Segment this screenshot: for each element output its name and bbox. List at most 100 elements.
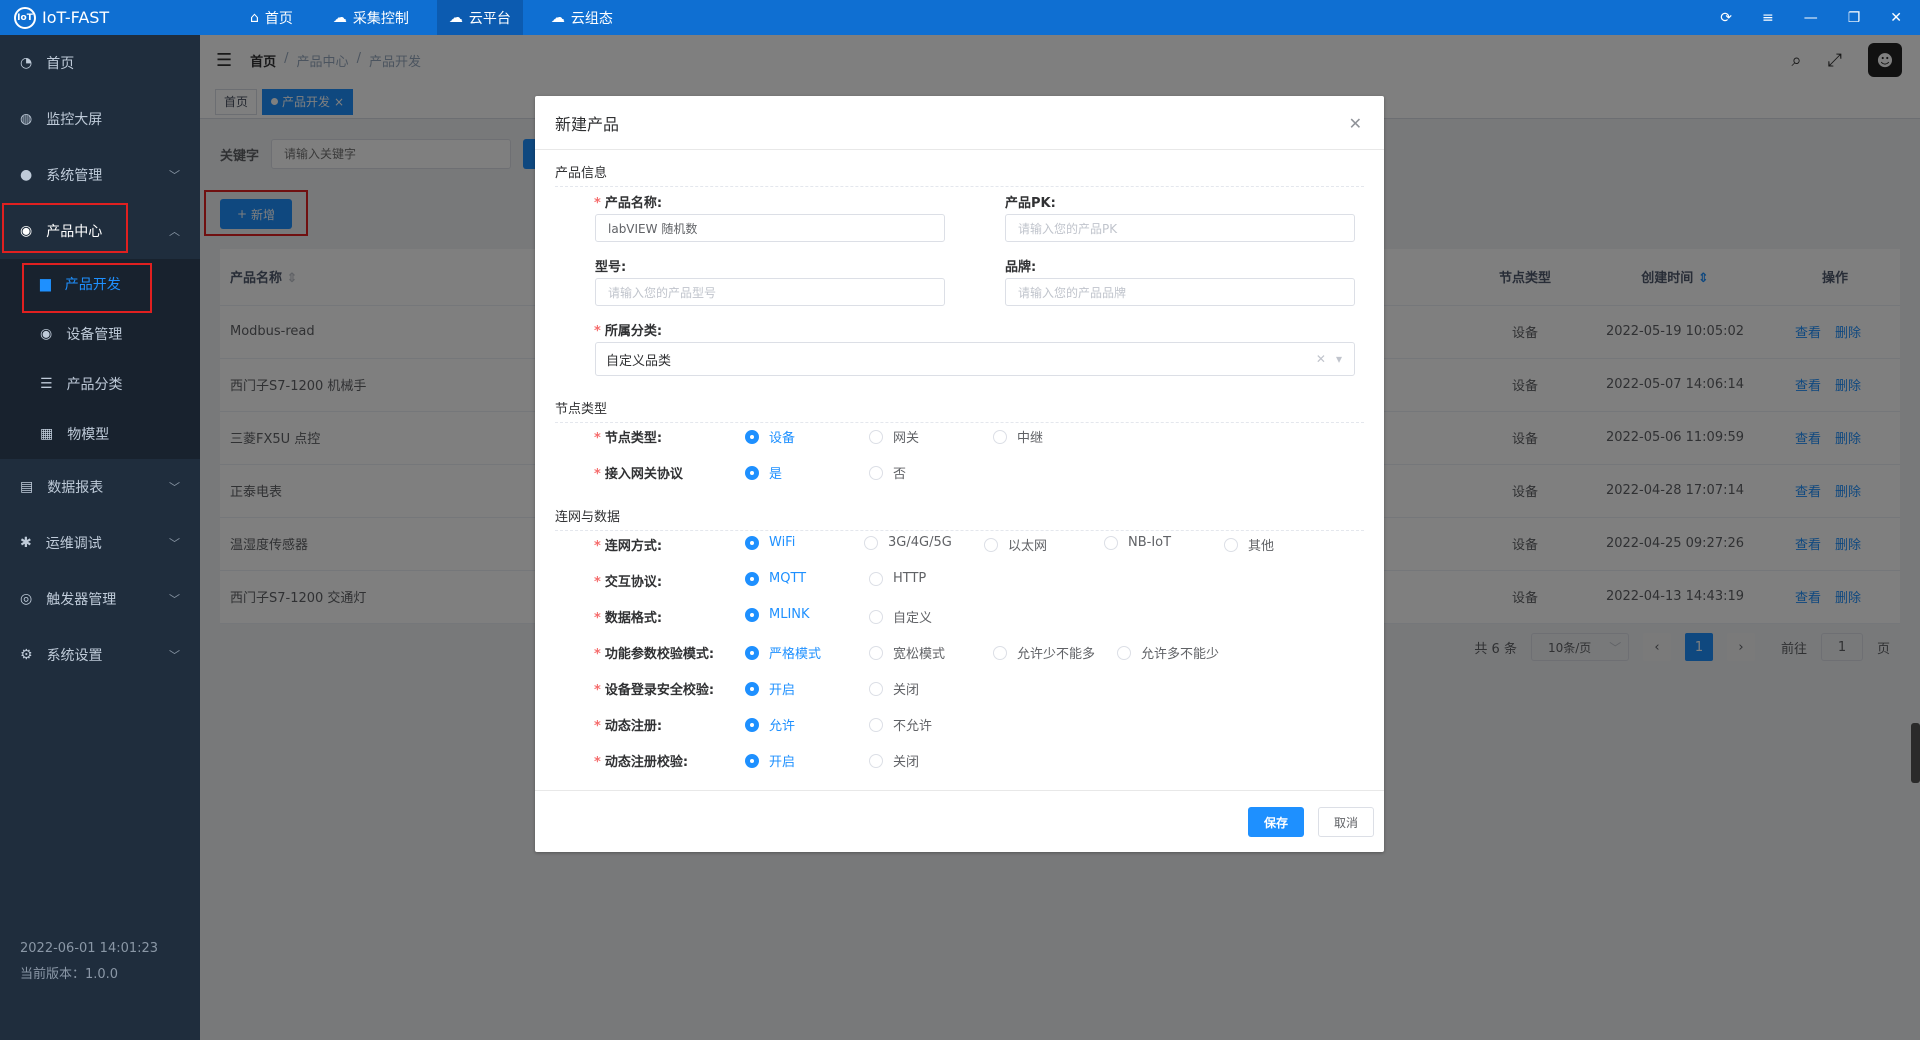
topnav-cloud[interactable]: ☁ 云平台 [436,0,523,35]
radio-circle [869,571,883,586]
sidebar-subitem-category[interactable]: ☰ 产品分类 [0,359,200,409]
sidebar-item-trigger[interactable]: ◎ 触发器管理 ﹀ [0,571,200,627]
name-label: * 产品名称: [594,192,662,211]
menu-icon[interactable]: ≡ [1762,10,1774,26]
save-button[interactable]: 保存 [1248,807,1304,837]
window-controls: ⟳ ≡ — ❐ ✕ [1720,0,1902,35]
sidebar-subitem-device[interactable]: ◉ 设备管理 [0,309,200,359]
sidebar-item-monitor[interactable]: ◍ 监控大屏 [0,91,200,147]
sidebar-item-system[interactable]: ● 系统管理 ﹀ [0,147,200,203]
product-icon: ◉ [20,223,33,239]
required-mark: * [594,196,601,211]
radio-net-nbiot[interactable]: NB-IoT [1104,535,1171,550]
field-label-text: 功能参数校验模式: [604,647,715,662]
radio-label: 是 [769,467,783,482]
category-select[interactable]: 自定义品类 ✕ ▾ [595,342,1355,376]
radio-node-gateway[interactable]: 网关 [869,427,919,446]
radio-node-relay[interactable]: 中继 [993,427,1043,446]
app-title: IoT-FAST [42,8,110,27]
pk-label: 产品PK: [1005,196,1056,211]
radio-dyncheck-on[interactable]: 开启 [745,751,795,770]
maximize-icon[interactable]: ❐ [1848,10,1861,26]
field-label-text: 设备登录安全校验: [604,683,715,698]
radio-label: 网关 [893,431,920,446]
section-product-info: 产品信息 [555,150,1364,187]
minimize-icon[interactable]: — [1804,10,1818,26]
field-label-text: 动态注册校验: [604,755,689,770]
dialog-header: 新建产品 ✕ [535,96,1384,150]
sidebar-item-label: 系统管理 [46,168,103,184]
radio-net-wifi[interactable]: WiFi [745,535,795,550]
product-pk-input[interactable]: 请输入您的产品PK [1005,214,1355,242]
radio-net-other[interactable]: 其他 [1224,535,1274,554]
radio-net-cellular[interactable]: 3G/4G/5G [864,535,952,550]
radio-proto-http[interactable]: HTTP [869,571,926,586]
radio-circle [869,753,883,768]
radio-label: MQTT [769,571,807,586]
dyn-label: * 动态注册: [594,715,662,734]
refresh-icon[interactable]: ⟳ [1720,10,1732,26]
globe-icon: ◍ [20,111,33,127]
radio-format-custom[interactable]: 自定义 [869,607,932,626]
required-mark: * [594,647,601,662]
radio-circle [745,681,759,696]
close-icon[interactable]: ✕ [1890,10,1902,26]
radio-dyncheck-off[interactable]: 关闭 [869,751,919,770]
field-label-text: 产品名称: [604,196,663,211]
radio-format-mlink[interactable]: MLINK [745,607,810,622]
radio-login-on[interactable]: 开启 [745,679,795,698]
radio-dyn-deny[interactable]: 不允许 [869,715,932,734]
sidebar-item-label: 系统设置 [46,648,103,664]
radio-label: 不允许 [893,719,933,734]
close-icon[interactable]: ✕ [1349,114,1362,133]
radio-check-less[interactable]: 允许少不能多 [993,643,1095,662]
product-model-input[interactable]: 请输入您的产品型号 [595,278,945,306]
radio-label: 开启 [769,683,796,698]
radio-check-loose[interactable]: 宽松模式 [869,643,945,662]
radio-label: 设备 [769,431,796,446]
radio-check-strict[interactable]: 严格模式 [745,643,821,662]
sidebar-item-settings[interactable]: ⚙ 系统设置 ﹀ [0,627,200,683]
radio-net-ethernet[interactable]: 以太网 [984,535,1047,554]
topnav-cloud-config[interactable]: ☁ 云组态 [539,0,625,35]
chevron-down-icon: ﹀ [169,649,180,662]
topnav-collect[interactable]: ☁ 采集控制 [321,0,421,35]
trigger-icon: ◎ [20,591,33,607]
radio-proto-mqtt[interactable]: MQTT [745,571,806,586]
clear-icon[interactable]: ✕ [1316,352,1326,366]
required-mark: * [594,683,601,698]
user-icon: ● [20,167,33,183]
top-bar: IoT IoT-FAST ⌂ 首页 ☁ 采集控制 ☁ 云平台 ☁ 云组态 ⟳ ≡ — ❐… [0,0,1920,35]
radio-label: 允许少不能多 [1017,647,1096,662]
app-logo[interactable]: IoT IoT-FAST [0,6,200,29]
product-name-input[interactable]: labVIEW 随机数 [595,214,945,242]
radio-dyn-allow[interactable]: 允许 [745,715,795,734]
required-mark: * [594,611,601,626]
radio-circle [745,535,759,550]
radio-gateway-yes[interactable]: 是 [745,463,782,482]
sidebar-item-home[interactable]: ◔ 首页 [0,35,200,91]
sidebar-subitem-product-dev[interactable]: ▆ 产品开发 [0,259,200,309]
required-mark: * [594,467,601,482]
radio-node-device[interactable]: 设备 [745,427,795,446]
radio-label: WiFi [769,535,796,550]
format-label: * 数据格式: [594,607,662,626]
sidebar-item-debug[interactable]: ✱ 运维调试 ﹀ [0,515,200,571]
sidebar-subitem-model[interactable]: ▦ 物模型 [0,409,200,459]
side-handle[interactable] [1911,723,1920,783]
radio-login-off[interactable]: 关闭 [869,679,919,698]
sidebar-item-label: 触发器管理 [46,592,117,608]
radio-circle [993,645,1007,660]
report-icon: ▤ [20,479,34,495]
sidebar-item-label: 运维调试 [45,536,102,552]
cancel-button[interactable]: 取消 [1318,807,1374,837]
sidebar-item-report[interactable]: ▤ 数据报表 ﹀ [0,459,200,515]
top-nav: ⌂ 首页 ☁ 采集控制 ☁ 云平台 ☁ 云组态 [238,0,641,35]
topnav-home[interactable]: ⌂ 首页 [238,0,305,35]
sidebar-item-label: 产品分类 [66,377,123,393]
sidebar-item-product-center[interactable]: ◉ 产品中心 ︿ [0,203,200,259]
radio-check-more[interactable]: 允许多不能少 [1117,643,1219,662]
radio-circle [869,645,883,660]
product-brand-input[interactable]: 请输入您的产品品牌 [1005,278,1355,306]
radio-gateway-no[interactable]: 否 [869,463,906,482]
